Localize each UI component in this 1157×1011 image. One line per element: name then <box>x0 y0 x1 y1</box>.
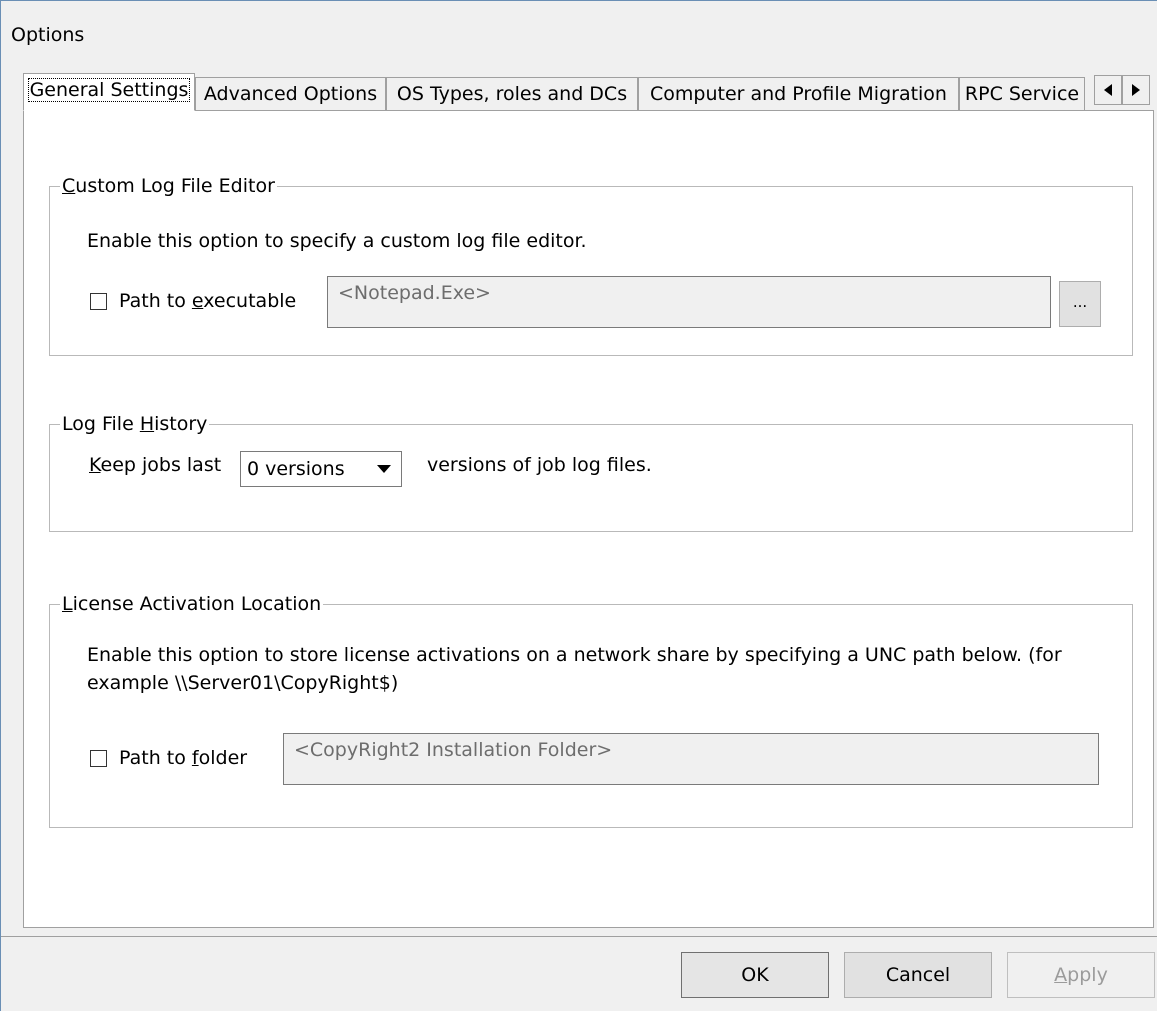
dropdown-value: 0 versions <box>247 458 345 480</box>
apply-button[interactable]: Apply <box>1007 952 1155 998</box>
triangle-left-icon <box>1104 84 1112 96</box>
options-window: Options General Settings Advanced Option… <box>0 0 1157 1011</box>
checkbox-label: Path to folder <box>119 747 248 769</box>
license-location-description: Enable this option to store license acti… <box>87 644 1062 694</box>
general-settings-panel: Custom Log File Editor Enable this optio… <box>23 110 1154 928</box>
tab-computer-profile-migration[interactable]: Computer and Profile Migration <box>638 77 959 111</box>
tab-rpc-service[interactable]: RPC Service <box>959 77 1085 111</box>
tab-label: Computer and Profile Migration <box>650 83 947 105</box>
versions-suffix-label: versions of job log files. <box>427 454 652 476</box>
footer-divider <box>1 936 1157 937</box>
chevron-down-icon[interactable] <box>367 452 401 486</box>
tab-os-types[interactable]: OS Types, roles and DCs <box>386 77 638 111</box>
browse-button[interactable]: ... <box>1059 281 1101 327</box>
window-title: Options <box>11 24 85 46</box>
log-file-history-group: Log File History Keep jobs last 0 versio… <box>49 412 1133 532</box>
custom-log-editor-group: Custom Log File Editor Enable this optio… <box>49 174 1133 356</box>
tab-label: General Settings <box>27 78 191 102</box>
tab-advanced-options[interactable]: Advanced Options <box>195 77 386 111</box>
keep-jobs-label: Keep jobs last <box>89 454 222 476</box>
group-legend: Custom Log File Editor <box>60 174 277 198</box>
tab-label: OS Types, roles and DCs <box>396 83 628 105</box>
path-to-folder-checkbox[interactable]: Path to folder <box>90 747 247 769</box>
executable-path-input[interactable]: <Notepad.Exe> <box>327 276 1051 328</box>
group-legend: License Activation Location <box>60 592 324 616</box>
tab-general-settings[interactable]: General Settings <box>23 73 195 111</box>
ok-button[interactable]: OK <box>681 952 829 998</box>
path-to-executable-checkbox[interactable]: Path to executable <box>90 290 296 312</box>
versions-dropdown[interactable]: 0 versions <box>240 451 402 487</box>
triangle-right-icon <box>1132 84 1140 96</box>
license-activation-group: License Activation Location Enable this … <box>49 592 1133 828</box>
group-legend: Log File History <box>60 412 210 436</box>
checkbox-label: Path to executable <box>119 290 297 312</box>
tab-label: Advanced Options <box>203 83 378 105</box>
checkbox-box[interactable] <box>90 749 107 767</box>
tab-scroll-left-button[interactable] <box>1094 75 1122 105</box>
cancel-button[interactable]: Cancel <box>844 952 992 998</box>
folder-path-input[interactable]: <CopyRight2 Installation Folder> <box>283 733 1099 785</box>
tab-strip: General Settings Advanced Options OS Typ… <box>23 72 1154 111</box>
custom-log-editor-description: Enable this option to specify a custom l… <box>87 230 587 252</box>
checkbox-box[interactable] <box>90 292 107 310</box>
tab-scroll-right-button[interactable] <box>1122 75 1150 105</box>
tab-label: RPC Service <box>964 83 1080 105</box>
